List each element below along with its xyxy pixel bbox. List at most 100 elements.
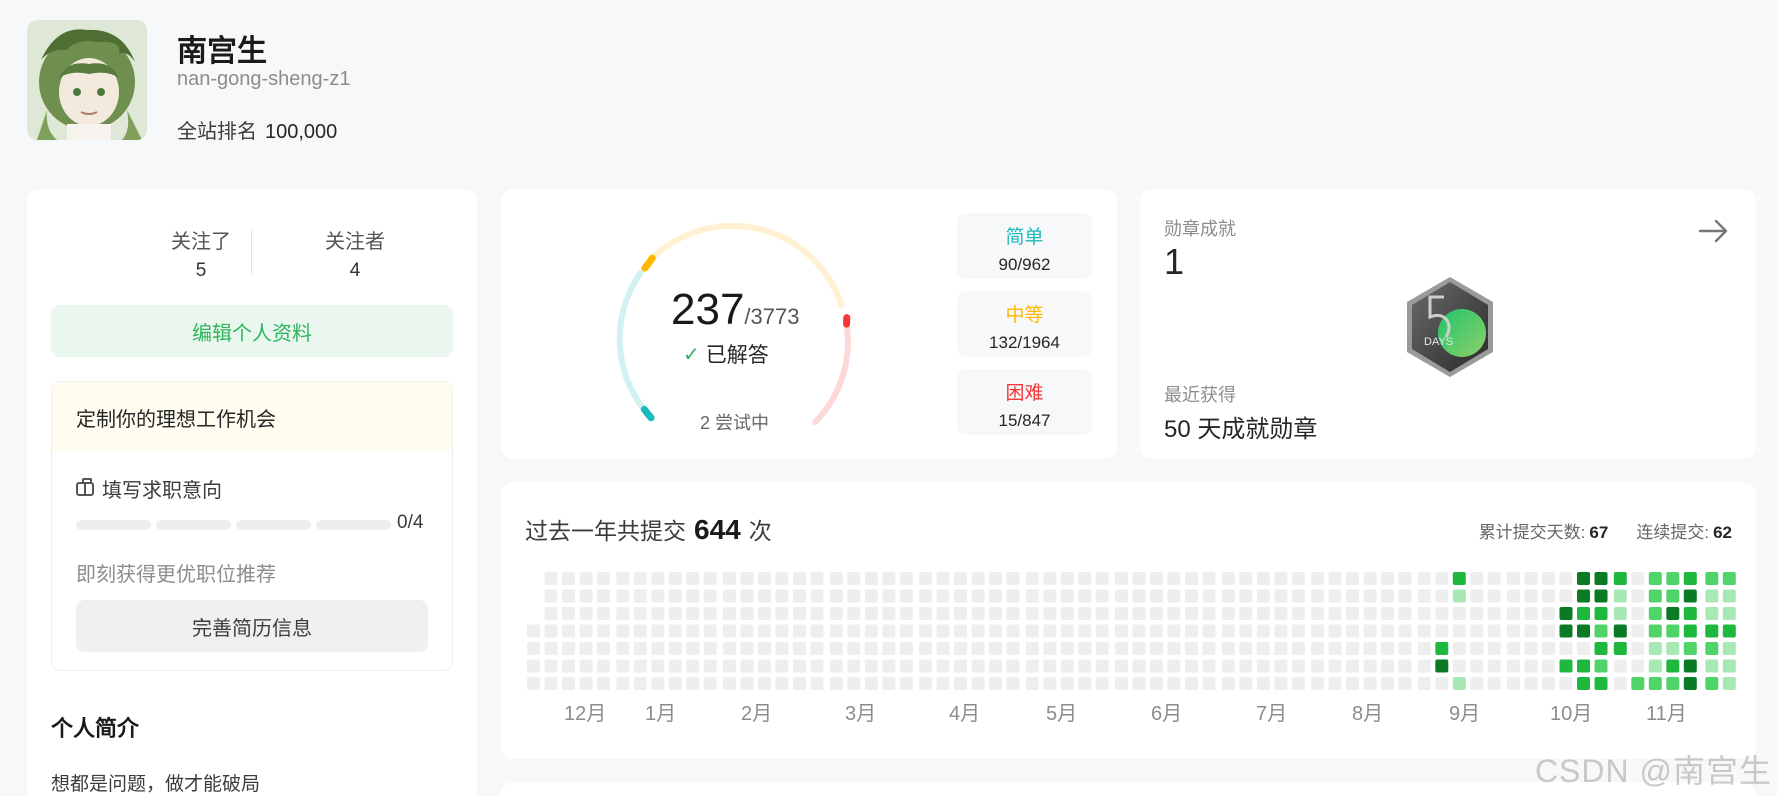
heatmap-cell[interactable] [1398, 659, 1412, 673]
heatmap-cell[interactable] [597, 572, 610, 585]
heatmap-cell[interactable] [1025, 624, 1039, 638]
heatmap-cell[interactable] [758, 677, 771, 690]
heatmap-cell[interactable] [1559, 589, 1573, 603]
heatmap-cell[interactable] [989, 624, 1002, 638]
heatmap-cell[interactable] [1594, 607, 1608, 620]
heatmap-cell[interactable] [1705, 677, 1719, 690]
heatmap-cell[interactable] [882, 624, 896, 638]
heatmap-cell[interactable] [740, 677, 754, 690]
heatmap-cell[interactable] [954, 589, 967, 603]
heatmap-cell[interactable] [1705, 607, 1719, 620]
heatmap-cell[interactable] [1311, 624, 1324, 638]
heatmap-cell[interactable] [1542, 624, 1555, 638]
heatmap-cell[interactable] [793, 607, 806, 620]
heatmap-cell[interactable] [810, 589, 824, 603]
heatmap-cell[interactable] [1648, 642, 1662, 655]
heatmap-cell[interactable] [1132, 659, 1146, 673]
heatmap-cell[interactable] [562, 589, 575, 603]
heatmap-cell[interactable] [616, 659, 630, 673]
heatmap-cell[interactable] [1025, 659, 1039, 673]
heatmap-cell[interactable] [686, 607, 700, 620]
heatmap-cell[interactable] [1722, 677, 1736, 690]
heatmap-cell[interactable] [1239, 624, 1253, 638]
heatmap-cell[interactable] [1346, 677, 1359, 690]
heatmap-cell[interactable] [1311, 642, 1324, 655]
heatmap-cell[interactable] [1470, 659, 1484, 673]
heatmap-cell[interactable] [1398, 677, 1412, 690]
heatmap-cell[interactable] [544, 572, 558, 585]
heatmap-cell[interactable] [1381, 607, 1394, 620]
heatmap-cell[interactable] [1311, 677, 1324, 690]
heatmap-cell[interactable] [1594, 572, 1608, 585]
heatmap-cell[interactable] [1115, 642, 1128, 655]
heatmap-cell[interactable] [1398, 642, 1412, 655]
medium-stat[interactable]: 中等 132/1964 [957, 291, 1092, 357]
heatmap-cell[interactable] [1577, 677, 1590, 690]
heatmap-cell[interactable] [1185, 624, 1198, 638]
heatmap-cell[interactable] [1346, 624, 1359, 638]
hard-stat[interactable]: 困难 15/847 [957, 369, 1092, 435]
heatmap-cell[interactable] [1683, 642, 1697, 655]
heatmap-cell[interactable] [1167, 624, 1181, 638]
heatmap-cell[interactable] [562, 659, 575, 673]
heatmap-cell[interactable] [703, 607, 717, 620]
heatmap-cell[interactable] [1722, 572, 1736, 585]
heatmap-cell[interactable] [651, 677, 665, 690]
heatmap-cell[interactable] [1666, 607, 1680, 620]
heatmap-cell[interactable] [810, 642, 824, 655]
heatmap-cell[interactable] [758, 572, 771, 585]
heatmap-cell[interactable] [775, 677, 789, 690]
heatmap-cell[interactable] [1542, 642, 1555, 655]
heatmap-cell[interactable] [562, 677, 575, 690]
easy-stat[interactable]: 简单 90/962 [957, 213, 1092, 279]
heatmap-cell[interactable] [758, 624, 771, 638]
heatmap-cell[interactable] [579, 572, 593, 585]
heatmap-cell[interactable] [775, 607, 789, 620]
heatmap-cell[interactable] [1577, 589, 1590, 603]
heatmap-cell[interactable] [686, 677, 700, 690]
heatmap-cell[interactable] [1666, 677, 1680, 690]
heatmap-cell[interactable] [723, 572, 736, 585]
heatmap-cell[interactable] [1435, 589, 1449, 603]
heatmap-cell[interactable] [1095, 624, 1109, 638]
heatmap-cell[interactable] [1346, 589, 1359, 603]
heatmap-cell[interactable] [1594, 589, 1608, 603]
edit-profile-button[interactable]: 编辑个人资料 [51, 305, 453, 357]
heatmap-cell[interactable] [668, 659, 682, 673]
heatmap-cell[interactable] [740, 572, 754, 585]
heatmap-cell[interactable] [1328, 659, 1342, 673]
heatmap-cell[interactable] [651, 659, 665, 673]
heatmap-cell[interactable] [1683, 659, 1697, 673]
heatmap-cell[interactable] [954, 677, 967, 690]
heatmap-cell[interactable] [971, 642, 985, 655]
heatmap-cell[interactable] [562, 607, 575, 620]
heatmap-cell[interactable] [1470, 624, 1484, 638]
heatmap-cell[interactable] [1291, 607, 1305, 620]
heatmap-cell[interactable] [989, 677, 1002, 690]
heatmap-cell[interactable] [1705, 589, 1719, 603]
heatmap-cell[interactable] [562, 572, 575, 585]
heatmap-cell[interactable] [1631, 589, 1645, 603]
heatmap-cell[interactable] [1524, 572, 1538, 585]
heatmap-cell[interactable] [723, 659, 736, 673]
heatmap-cell[interactable] [1025, 589, 1039, 603]
heatmap-cell[interactable] [1167, 642, 1181, 655]
heatmap-cell[interactable] [1507, 642, 1520, 655]
heatmap-cell[interactable] [1239, 677, 1253, 690]
heatmap-cell[interactable] [723, 589, 736, 603]
heatmap-cell[interactable] [633, 572, 647, 585]
heatmap-cell[interactable] [1150, 677, 1163, 690]
heatmap-cell[interactable] [1328, 642, 1342, 655]
heatmap-cell[interactable] [1095, 677, 1109, 690]
heatmap-cell[interactable] [1524, 642, 1538, 655]
heatmap-cell[interactable] [899, 659, 913, 673]
heatmap-cell[interactable] [668, 677, 682, 690]
heatmap-cell[interactable] [1631, 677, 1645, 690]
heatmap-cell[interactable] [1507, 607, 1520, 620]
heatmap-cell[interactable] [668, 607, 682, 620]
heatmap-cell[interactable] [899, 589, 913, 603]
heatmap-cell[interactable] [1722, 642, 1736, 655]
heatmap-cell[interactable] [1043, 589, 1057, 603]
heatmap-cell[interactable] [1043, 659, 1057, 673]
heatmap-cell[interactable] [919, 677, 932, 690]
